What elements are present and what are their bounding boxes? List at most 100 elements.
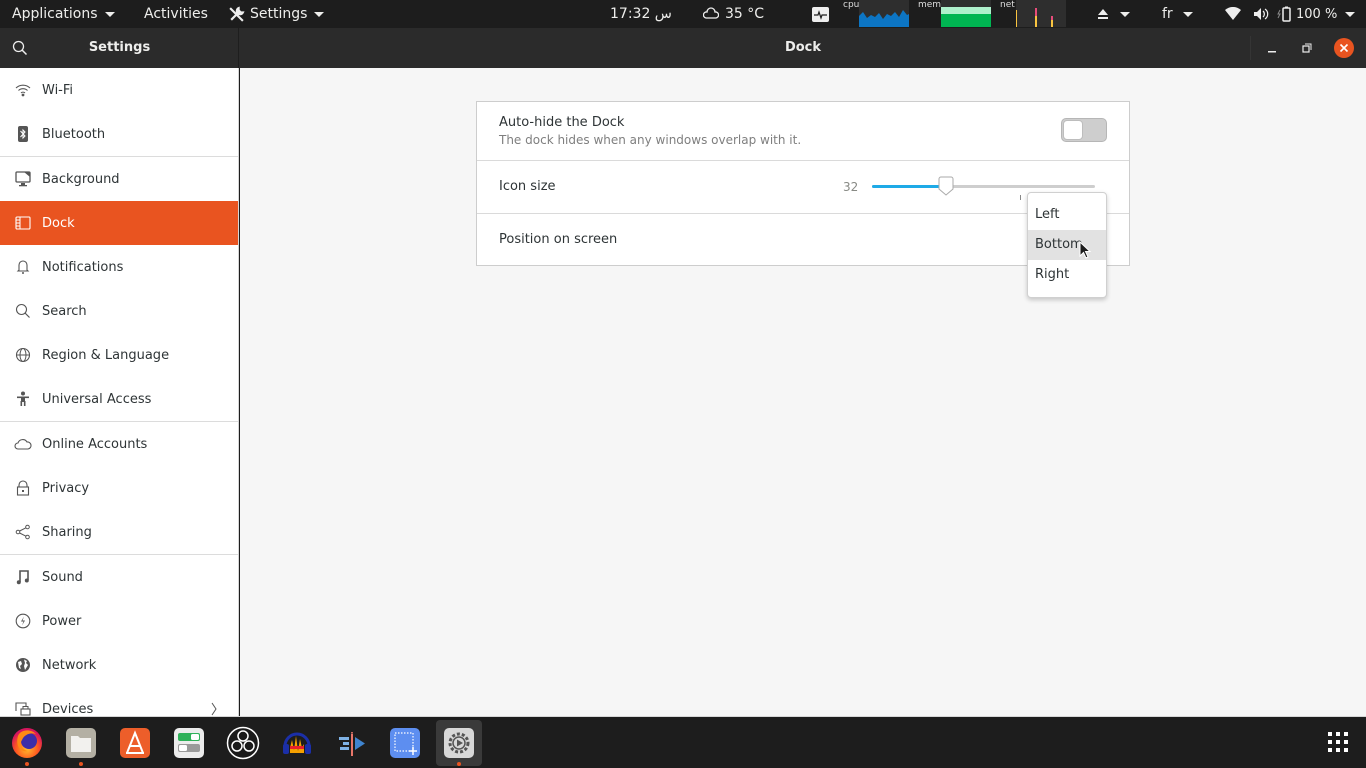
applications-menu[interactable]: Applications	[12, 0, 115, 28]
sidebar-item-label: Notifications	[42, 259, 124, 275]
bluetooth-icon	[14, 125, 32, 143]
kdenlive-icon	[339, 732, 365, 756]
sidebar-item-label: Dock	[42, 215, 75, 231]
dock-app-audacity[interactable]	[274, 720, 320, 766]
net-graph	[1016, 0, 1066, 27]
settings-gear-icon	[444, 728, 474, 758]
network-icon	[14, 656, 32, 674]
activities-label: Activities	[144, 6, 208, 22]
software-store-icon	[120, 728, 150, 758]
dock-app-tweaks[interactable]	[166, 720, 212, 766]
slider-handle[interactable]	[938, 176, 954, 196]
autohide-toggle[interactable]	[1061, 118, 1107, 142]
chevron-down-icon	[1120, 11, 1130, 17]
app-grid-icon	[1328, 732, 1348, 752]
position-option-bottom[interactable]: Bottom	[1028, 230, 1106, 260]
battery-icon	[1277, 6, 1291, 22]
clock[interactable]: 17:32 س	[610, 0, 672, 28]
share-icon	[14, 523, 32, 541]
dock-app-kdenlive[interactable]	[328, 720, 374, 766]
screenshot-icon	[390, 728, 420, 758]
autohide-row: Auto-hide the Dock The dock hides when a…	[477, 102, 1129, 160]
dock-icon	[14, 214, 32, 232]
cpu-label: cpu	[843, 0, 860, 10]
accessibility-icon	[14, 390, 32, 408]
sidebar-item-label: Online Accounts	[42, 436, 148, 452]
sidebar-item-search[interactable]: Search	[0, 289, 238, 333]
chevron-down-icon	[314, 11, 325, 17]
slider-fill	[872, 185, 946, 188]
eject-menu[interactable]	[1097, 0, 1130, 28]
close-icon	[1339, 43, 1349, 53]
system-monitor-indicator[interactable]	[812, 0, 829, 28]
cpu-graph	[859, 0, 909, 27]
mouse-cursor-icon	[1079, 241, 1092, 259]
restore-icon	[1302, 43, 1312, 53]
tweaks-icon	[174, 728, 204, 758]
weather-cloud-icon	[703, 7, 719, 19]
sidebar-item-label: Power	[42, 613, 82, 629]
dock-settings-page: Auto-hide the Dock The dock hides when a…	[240, 68, 1366, 716]
sidebar-item-bluetooth[interactable]: Bluetooth	[0, 112, 238, 156]
chevron-down-icon	[1182, 11, 1193, 17]
running-indicator	[79, 762, 83, 766]
net-label: net	[1000, 0, 1015, 10]
maximize-button[interactable]	[1297, 38, 1317, 58]
sidebar-item-privacy[interactable]: Privacy	[0, 466, 238, 510]
running-indicator	[457, 762, 461, 766]
settings-sidebar: Wi-Fi Bluetooth Background Dock Notifica…	[0, 68, 239, 716]
top-bar: Applications Activities Settings 17:32 س…	[0, 0, 1366, 28]
close-button[interactable]	[1334, 38, 1354, 58]
app-menu[interactable]: Settings	[228, 0, 325, 28]
minimize-button[interactable]	[1262, 38, 1282, 58]
wifi-icon	[14, 81, 32, 99]
sidebar-item-wifi[interactable]: Wi-Fi	[0, 68, 238, 112]
slider-mark	[1020, 195, 1021, 200]
weather-indicator[interactable]: 35 °C	[703, 0, 764, 28]
sidebar-item-network[interactable]: Network	[0, 643, 238, 687]
page-title: Dock	[784, 40, 822, 55]
autohide-subtitle: The dock hides when any windows overlap …	[499, 133, 802, 147]
sidebar-item-notifications[interactable]: Notifications	[0, 245, 238, 289]
sidebar-item-label: Region & Language	[42, 347, 170, 363]
bell-icon	[14, 258, 32, 276]
cloud-icon	[14, 435, 32, 453]
header-bar: Settings Dock	[0, 28, 1366, 68]
position-option-right[interactable]: Right	[1028, 260, 1106, 290]
position-option-left[interactable]: Left	[1028, 200, 1106, 230]
activities-button[interactable]: Activities	[144, 0, 208, 28]
sidebar-item-background[interactable]: Background	[0, 157, 238, 201]
mem-graph	[941, 0, 991, 27]
system-menu[interactable]: 100 %	[1225, 0, 1356, 28]
sidebar-item-universal-access[interactable]: Universal Access	[0, 377, 238, 421]
position-label: Position on screen	[499, 232, 618, 247]
sidebar-item-online-accounts[interactable]: Online Accounts	[0, 422, 238, 466]
dock-app-obs-studio[interactable]	[220, 720, 266, 766]
sidebar-item-label: Devices	[42, 701, 94, 717]
keyboard-layout-label: fr	[1162, 6, 1173, 22]
mem-label: mem	[918, 0, 942, 10]
sidebar-item-label: Sharing	[42, 524, 92, 540]
sidebar-item-sound[interactable]: Sound	[0, 555, 238, 599]
dock-app-screenshot[interactable]	[382, 720, 428, 766]
sidebar-item-power[interactable]: Power	[0, 599, 238, 643]
dock-app-settings[interactable]	[436, 720, 482, 766]
sidebar-item-sharing[interactable]: Sharing	[0, 510, 238, 554]
dock-app-files[interactable]	[58, 720, 104, 766]
sidebar-item-devices[interactable]: Devices	[0, 687, 238, 716]
tools-icon	[229, 5, 245, 22]
eject-icon	[1098, 9, 1108, 19]
battery-label: 100 %	[1296, 6, 1338, 22]
keyboard-layout-menu[interactable]: fr	[1162, 0, 1193, 28]
show-applications-button[interactable]	[1316, 720, 1362, 766]
sidebar-item-dock[interactable]: Dock	[0, 201, 238, 245]
sidebar-item-region-language[interactable]: Region & Language	[0, 333, 238, 377]
sidebar-item-label: Wi-Fi	[42, 82, 74, 98]
icon-size-slider[interactable]	[872, 176, 1095, 196]
dock-app-firefox[interactable]	[4, 720, 50, 766]
dock	[0, 716, 1366, 768]
header-divider	[1250, 36, 1251, 60]
chevron-right-icon	[211, 702, 217, 716]
volume-icon	[1254, 8, 1269, 20]
dock-app-ubuntu-software[interactable]	[112, 720, 158, 766]
